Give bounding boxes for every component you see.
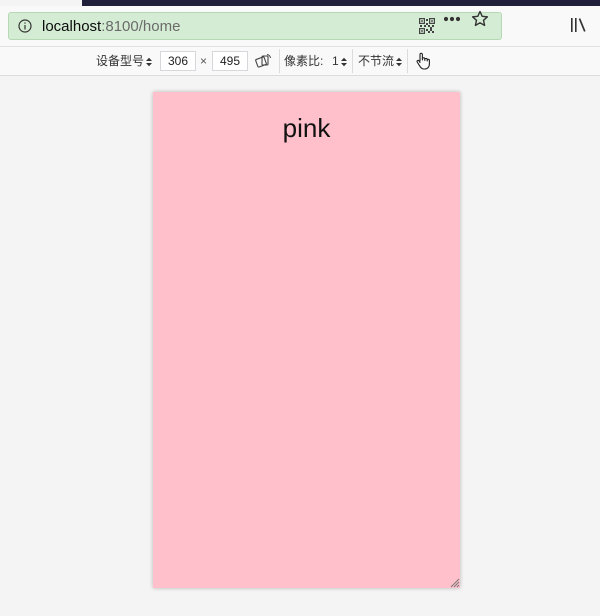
url-text[interactable]: localhost:8100/home [42, 18, 180, 36]
toolbar-separator [279, 49, 280, 73]
responsive-design-toolbar: 设备型号 306 × 495 像素比: 1 不节流 [0, 46, 600, 76]
select-arrows-icon [340, 57, 347, 67]
qr-code-icon[interactable] [419, 18, 435, 34]
url-host: localhost [42, 18, 102, 35]
page-title: pink [282, 113, 331, 143]
navigation-bar: localhost:8100/home [0, 6, 600, 46]
select-arrows-icon [396, 57, 403, 67]
device-viewport[interactable]: pink [153, 92, 460, 588]
url-bar[interactable]: localhost:8100/home [8, 12, 502, 40]
throttle-label: 不节流 [358, 54, 395, 68]
toolbar-separator [407, 49, 408, 73]
viewport-height-input[interactable]: 495 [212, 51, 248, 71]
device-selector-label: 设备型号 [96, 54, 145, 68]
dpr-value: 1 [332, 54, 339, 68]
more-dots-icon[interactable] [443, 16, 461, 22]
rotate-icon[interactable] [254, 53, 272, 69]
throttle-selector[interactable]: 不节流 [358, 47, 403, 75]
dpr-label: 像素比: [284, 54, 324, 68]
viewport-width-input[interactable]: 306 [160, 51, 196, 71]
select-arrows-icon [146, 57, 153, 67]
star-icon[interactable] [471, 10, 489, 28]
library-icon[interactable] [569, 16, 587, 34]
device-selector[interactable]: 设备型号 [96, 47, 153, 75]
info-icon[interactable] [18, 19, 32, 33]
dpr-selector[interactable]: 1 [332, 47, 347, 75]
url-path: :8100/home [101, 18, 181, 35]
dimension-times-sign: × [200, 54, 208, 68]
resize-handle-icon[interactable] [448, 576, 460, 588]
touch-hand-icon[interactable] [416, 52, 430, 70]
toolbar-separator [352, 49, 353, 73]
